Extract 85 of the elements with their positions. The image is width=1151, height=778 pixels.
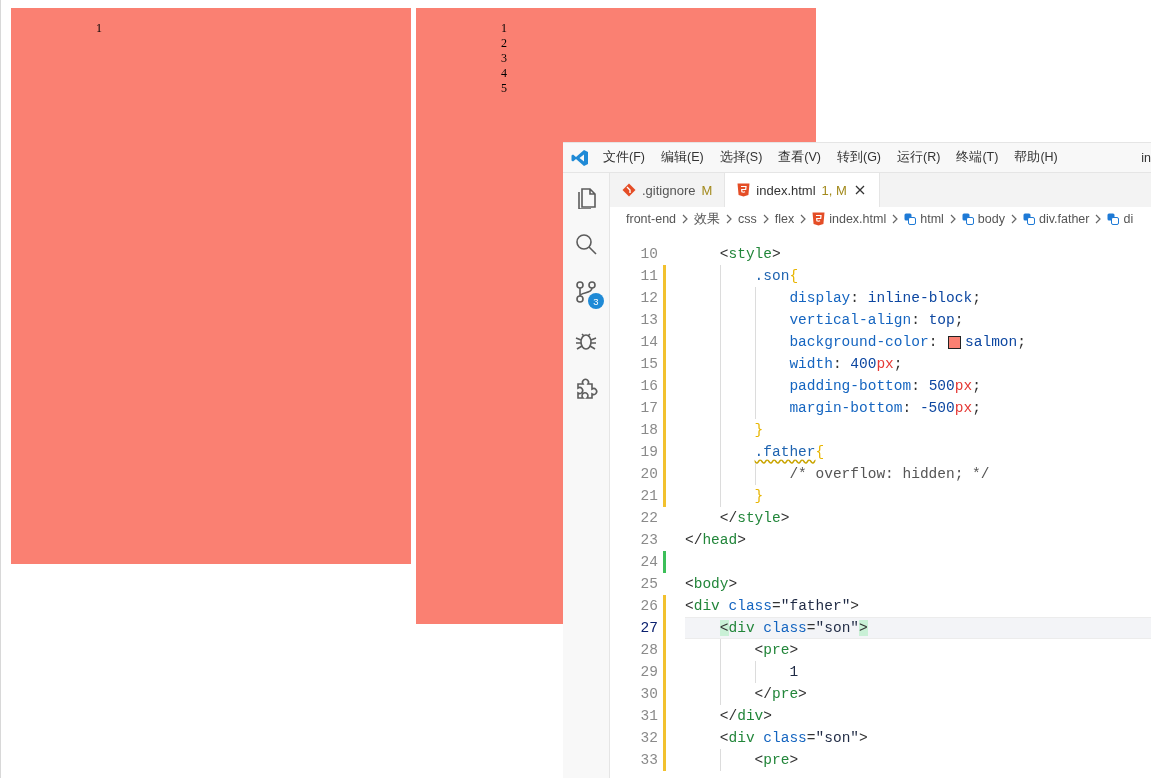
- breadcrumb-item[interactable]: front-end: [626, 212, 677, 226]
- cube-icon: [961, 213, 974, 225]
- line-number: 26: [639, 598, 658, 614]
- menu-item[interactable]: 选择(S): [711, 146, 771, 169]
- logo-icon: [571, 148, 589, 167]
- breadcrumb-item[interactable]: 效果: [694, 210, 721, 228]
- code-line: </head>: [685, 532, 746, 548]
- pre-text: 1: [96, 21, 103, 36]
- breadcrumb-item[interactable]: css: [738, 212, 757, 226]
- code-line: 1: [789, 664, 799, 680]
- line-number: 20: [639, 466, 658, 482]
- line-number: 32: [639, 730, 658, 746]
- code-line: </style>: [719, 510, 790, 526]
- line-number: 12: [639, 290, 658, 306]
- html-file-icon: [737, 183, 751, 197]
- code-line: <pre>: [754, 752, 799, 768]
- menu-item[interactable]: 查看(V): [770, 146, 829, 169]
- pre-text: 4: [501, 66, 508, 81]
- line-number: 25: [639, 576, 658, 592]
- pre-text: 1: [501, 21, 508, 36]
- code-line: <div class="father">: [685, 598, 860, 614]
- line-number: 28: [639, 642, 658, 658]
- menu-item[interactable]: 帮助(H): [1006, 146, 1066, 169]
- code-line: }: [754, 488, 764, 504]
- code-line: .son{: [754, 268, 799, 284]
- line-number: 13: [639, 312, 658, 328]
- line-number: 19: [639, 444, 658, 460]
- line-number: 18: [639, 422, 658, 438]
- line-number: 33: [639, 752, 658, 768]
- pre-text: 3: [501, 51, 508, 66]
- code-line: display: inline-block;: [789, 290, 981, 306]
- line-number: 17: [639, 400, 658, 416]
- menu-item[interactable]: 编辑(E): [652, 146, 712, 169]
- branch-icon[interactable]: [573, 279, 599, 305]
- menu-item[interactable]: 转到(G): [829, 146, 890, 169]
- line-number: 10: [639, 246, 658, 262]
- code-line: <style>: [719, 246, 781, 262]
- line-number: 14: [639, 334, 658, 350]
- line-number: 15: [639, 356, 658, 372]
- search-icon[interactable]: [573, 231, 599, 257]
- breadcrumb-item[interactable]: html: [920, 212, 944, 226]
- code-line: <div class="son">: [719, 620, 868, 636]
- breadcrumb-item[interactable]: body: [977, 212, 1005, 226]
- code-line: <body>: [685, 576, 738, 592]
- line-number: 30: [639, 686, 658, 702]
- git-file-icon: [622, 183, 636, 197]
- pre-text: 2: [501, 36, 508, 51]
- breadcrumb-item[interactable]: di: [1123, 212, 1134, 226]
- menu-item[interactable]: 终端(T): [948, 146, 1007, 169]
- line-number: 29: [639, 664, 658, 680]
- breadcrumb-item[interactable]: flex: [774, 212, 795, 226]
- code-line: salmon;: [965, 334, 1026, 350]
- code-line: <pre>: [754, 642, 799, 658]
- code-line: </div>: [719, 708, 772, 724]
- line-number: 11: [639, 268, 658, 284]
- cube-icon: [904, 213, 917, 225]
- html-file-icon: [812, 212, 826, 226]
- line-number: 16: [639, 378, 658, 394]
- editor-tab[interactable]: index.html 1, M: [725, 173, 880, 207]
- code-line: /* overflow: hidden; */: [789, 466, 990, 482]
- breadcrumb-item[interactable]: index.html: [829, 212, 887, 226]
- code-line: margin-bottom: -500px;: [789, 400, 981, 416]
- line-number: 23: [639, 532, 658, 548]
- line-number: 22: [639, 510, 658, 526]
- code-line: background-color:: [789, 334, 939, 350]
- code-line: padding-bottom: 500px;: [789, 378, 981, 394]
- color-swatch-icon[interactable]: [948, 335, 962, 349]
- code-line: vertical-align: top;: [789, 312, 964, 328]
- code-line: .father{: [754, 444, 825, 460]
- code-line: }: [754, 422, 764, 438]
- line-number: 21: [639, 488, 658, 504]
- pre-text: 5: [501, 81, 508, 96]
- window-title: in: [1141, 150, 1151, 165]
- menu-item[interactable]: 文件(F): [603, 146, 653, 169]
- code-line: width: 400px;: [789, 356, 903, 372]
- cube-icon: [1022, 213, 1035, 225]
- cube-icon: [1107, 213, 1120, 225]
- line-number: 27: [639, 620, 658, 636]
- line-number: 31: [639, 708, 658, 724]
- breadcrumb-item[interactable]: div.father: [1038, 212, 1090, 226]
- count-badge: 3: [588, 293, 604, 309]
- line-number: 24: [639, 554, 658, 570]
- menu-item[interactable]: 运行(R): [889, 146, 949, 169]
- code-line: </pre>: [754, 686, 807, 702]
- code-line: <div class="son">: [719, 730, 868, 746]
